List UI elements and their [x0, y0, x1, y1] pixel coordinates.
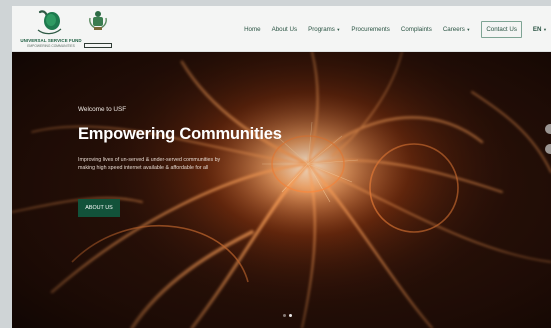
government-emblem-icon: [89, 11, 107, 30]
contact-us-label: Contact Us: [486, 25, 517, 33]
nav-item-label: Complaints: [400, 25, 432, 33]
chevron-down-icon: ▼: [336, 26, 341, 32]
nav-item-label: Programs: [308, 25, 335, 33]
language-label: EN: [532, 25, 542, 33]
usf-logo[interactable]: UNIVERSAL SERVICE FUND EMPOWERING COMMUN…: [20, 8, 82, 48]
hero-title: Empowering Communities: [78, 125, 282, 143]
chevron-down-icon: ▼: [466, 26, 471, 32]
nav-item-procurements[interactable]: Procurements: [351, 26, 390, 33]
main-navigation: Home About Us Programs ▼ Procurements Co…: [233, 6, 547, 52]
nav-item-about-us[interactable]: About Us: [272, 26, 297, 33]
nav-item-label: Home: [244, 25, 261, 33]
slider-dot[interactable]: [283, 314, 287, 318]
nav-item-programs[interactable]: Programs ▼: [308, 26, 340, 33]
nav-item-label: Careers: [442, 25, 465, 33]
about-us-button[interactable]: ABOUT US: [78, 199, 120, 217]
government-emblem-block: [82, 9, 114, 49]
language-selector[interactable]: EN ▼: [533, 26, 547, 33]
hero-slider: Welcome to USF Empowering Communities Im…: [12, 52, 551, 328]
slider-next-control[interactable]: [545, 144, 551, 154]
usf-logo-mark-icon: [37, 10, 62, 35]
slider-dot-active[interactable]: [288, 314, 293, 318]
logo-subtitle: EMPOWERING COMMUNITIES: [27, 44, 75, 48]
site-header: UNIVERSAL SERVICE FUND EMPOWERING COMMUN…: [12, 6, 551, 52]
hero-background-image: [12, 52, 551, 328]
logo-title: UNIVERSAL SERVICE FUND: [20, 38, 82, 43]
nav-item-complaints[interactable]: Complaints: [401, 26, 432, 33]
nav-item-home[interactable]: Home: [244, 26, 261, 33]
hero-kicker: Welcome to USF: [78, 106, 127, 113]
contact-us-button[interactable]: Contact Us: [481, 20, 522, 38]
slider-prev-control[interactable]: [545, 124, 551, 134]
hero-description: Improving lives of un-served & under-ser…: [78, 157, 221, 172]
nav-item-label: About Us: [271, 25, 298, 33]
slider-pagination: [283, 314, 295, 318]
chevron-down-icon: ▼: [543, 26, 547, 32]
nav-item-careers[interactable]: Careers ▼: [443, 26, 470, 33]
government-badge: [84, 43, 112, 48]
nav-item-label: Procurements: [351, 25, 390, 33]
